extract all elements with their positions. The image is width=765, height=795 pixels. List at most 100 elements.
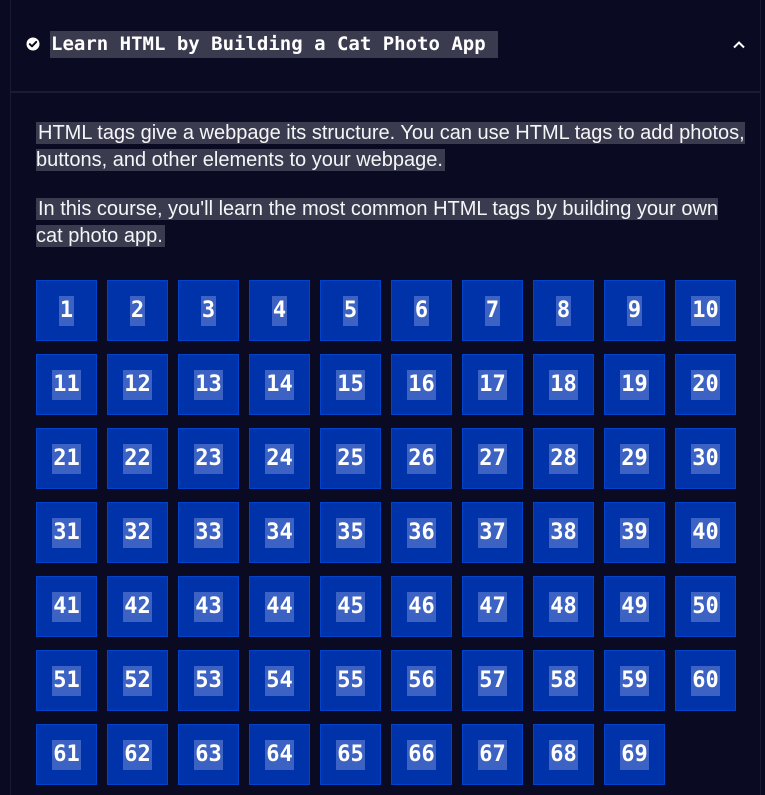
step-button[interactable]: 8 xyxy=(533,280,594,341)
step-button[interactable]: 26 xyxy=(391,428,452,489)
step-button[interactable]: 62 xyxy=(107,724,168,785)
step-button[interactable]: 50 xyxy=(675,576,736,637)
step-button[interactable]: 61 xyxy=(36,724,97,785)
step-button[interactable]: 6 xyxy=(391,280,452,341)
step-button[interactable]: 40 xyxy=(675,502,736,563)
step-button[interactable]: 41 xyxy=(36,576,97,637)
step-number: 59 xyxy=(620,665,649,696)
check-circle-icon xyxy=(26,37,40,51)
step-button[interactable]: 46 xyxy=(391,576,452,637)
step-button[interactable]: 17 xyxy=(462,354,523,415)
step-number: 5 xyxy=(342,295,359,326)
step-button[interactable]: 27 xyxy=(462,428,523,489)
step-button[interactable]: 45 xyxy=(320,576,381,637)
step-button[interactable]: 4 xyxy=(249,280,310,341)
step-button[interactable]: 22 xyxy=(107,428,168,489)
step-button[interactable]: 16 xyxy=(391,354,452,415)
step-number: 26 xyxy=(407,443,436,474)
step-button[interactable]: 63 xyxy=(178,724,239,785)
step-number: 35 xyxy=(336,517,365,548)
step-button[interactable]: 69 xyxy=(604,724,665,785)
intro-paragraph: In this course, you'll learn the most co… xyxy=(36,196,746,250)
step-button[interactable]: 21 xyxy=(36,428,97,489)
step-number: 20 xyxy=(691,369,720,400)
step-button[interactable]: 34 xyxy=(249,502,310,563)
step-number: 48 xyxy=(549,591,578,622)
step-button[interactable]: 47 xyxy=(462,576,523,637)
step-button[interactable]: 49 xyxy=(604,576,665,637)
step-button[interactable]: 12 xyxy=(107,354,168,415)
intro-text: In this course, you'll learn the most co… xyxy=(36,198,719,247)
step-button[interactable]: 60 xyxy=(675,650,736,711)
step-button[interactable]: 42 xyxy=(107,576,168,637)
step-button[interactable]: 68 xyxy=(533,724,594,785)
step-button[interactable]: 64 xyxy=(249,724,310,785)
step-button[interactable]: 30 xyxy=(675,428,736,489)
step-button[interactable]: 51 xyxy=(36,650,97,711)
step-button[interactable]: 58 xyxy=(533,650,594,711)
step-button[interactable]: 7 xyxy=(462,280,523,341)
step-button[interactable]: 15 xyxy=(320,354,381,415)
block-header[interactable]: Learn HTML by Building a Cat Photo App xyxy=(11,0,760,93)
step-button[interactable]: 29 xyxy=(604,428,665,489)
step-button[interactable]: 43 xyxy=(178,576,239,637)
step-button[interactable]: 31 xyxy=(36,502,97,563)
step-button[interactable]: 24 xyxy=(249,428,310,489)
step-button[interactable]: 48 xyxy=(533,576,594,637)
step-button[interactable]: 53 xyxy=(178,650,239,711)
step-button[interactable]: 1 xyxy=(36,280,97,341)
step-button[interactable]: 35 xyxy=(320,502,381,563)
step-button[interactable]: 52 xyxy=(107,650,168,711)
step-number: 27 xyxy=(478,443,507,474)
step-number: 62 xyxy=(123,739,152,770)
step-number: 6 xyxy=(413,295,430,326)
step-button[interactable]: 13 xyxy=(178,354,239,415)
step-button[interactable]: 10 xyxy=(675,280,736,341)
block-title[interactable]: Learn HTML by Building a Cat Photo App xyxy=(50,31,498,58)
step-button[interactable]: 25 xyxy=(320,428,381,489)
step-number: 41 xyxy=(52,591,81,622)
step-button[interactable]: 32 xyxy=(107,502,168,563)
step-button[interactable]: 36 xyxy=(391,502,452,563)
step-button[interactable]: 37 xyxy=(462,502,523,563)
collapse-button[interactable] xyxy=(724,30,754,60)
step-number: 52 xyxy=(123,665,152,696)
step-button[interactable]: 59 xyxy=(604,650,665,711)
step-number: 57 xyxy=(478,665,507,696)
step-button[interactable]: 67 xyxy=(462,724,523,785)
step-number: 31 xyxy=(52,517,81,548)
step-button[interactable]: 3 xyxy=(178,280,239,341)
step-number: 65 xyxy=(336,739,365,770)
step-button[interactable]: 9 xyxy=(604,280,665,341)
step-number: 53 xyxy=(194,665,223,696)
step-button[interactable]: 14 xyxy=(249,354,310,415)
step-button[interactable]: 55 xyxy=(320,650,381,711)
step-number: 12 xyxy=(123,369,152,400)
step-number: 47 xyxy=(478,591,507,622)
step-number: 18 xyxy=(549,369,578,400)
step-button[interactable]: 5 xyxy=(320,280,381,341)
step-number: 9 xyxy=(626,295,643,326)
step-button[interactable]: 18 xyxy=(533,354,594,415)
step-button[interactable]: 33 xyxy=(178,502,239,563)
step-button[interactable]: 44 xyxy=(249,576,310,637)
step-button[interactable]: 66 xyxy=(391,724,452,785)
step-button[interactable]: 19 xyxy=(604,354,665,415)
step-button[interactable]: 11 xyxy=(36,354,97,415)
step-button[interactable]: 57 xyxy=(462,650,523,711)
step-button[interactable]: 65 xyxy=(320,724,381,785)
step-number: 28 xyxy=(549,443,578,474)
step-number: 64 xyxy=(265,739,294,770)
step-button[interactable]: 2 xyxy=(107,280,168,341)
step-button[interactable]: 39 xyxy=(604,502,665,563)
step-button[interactable]: 23 xyxy=(178,428,239,489)
step-button[interactable]: 20 xyxy=(675,354,736,415)
step-button[interactable]: 38 xyxy=(533,502,594,563)
step-number: 16 xyxy=(407,369,436,400)
step-number: 21 xyxy=(52,443,81,474)
step-button[interactable]: 54 xyxy=(249,650,310,711)
step-button[interactable]: 28 xyxy=(533,428,594,489)
step-number: 22 xyxy=(123,443,152,474)
course-block: Learn HTML by Building a Cat Photo App H… xyxy=(10,0,761,795)
step-button[interactable]: 56 xyxy=(391,650,452,711)
